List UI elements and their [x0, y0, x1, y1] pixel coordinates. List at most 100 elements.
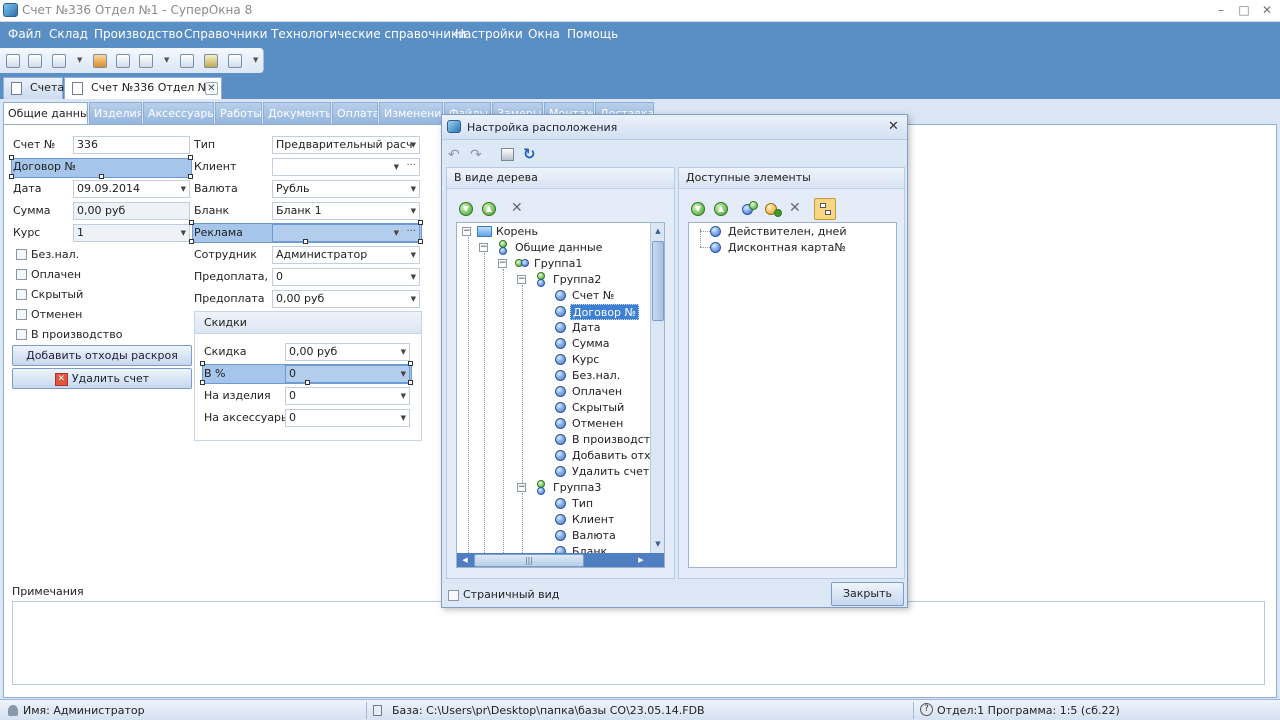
tree-node-root[interactable]: Корень: [496, 224, 538, 240]
paid-checkbox[interactable]: [16, 269, 27, 280]
export-icon[interactable]: [180, 54, 194, 68]
close-tab-icon[interactable]: ✕: [205, 82, 218, 95]
tab-works[interactable]: Работы: [215, 102, 262, 124]
add-element-icon[interactable]: [765, 201, 782, 217]
tree-node-item[interactable]: Скрытый: [572, 400, 624, 416]
resize-handle[interactable]: [418, 220, 423, 225]
available-item[interactable]: Действителен, дней: [728, 224, 846, 240]
tree-node-item[interactable]: Отменен: [572, 416, 623, 432]
minimize-button[interactable]: –: [1210, 2, 1232, 20]
list-dropdown-icon[interactable]: ▼: [164, 56, 169, 64]
tree-node-item[interactable]: Тип: [572, 496, 593, 512]
expand-all-icon[interactable]: ▼: [691, 202, 705, 216]
settings-dropdown-icon[interactable]: ▼: [253, 56, 258, 64]
discount-percent-field[interactable]: 0 ▼: [285, 365, 410, 383]
cancelled-checkbox[interactable]: [16, 309, 27, 320]
tab-general[interactable]: Общие данные: [3, 102, 88, 125]
tree-node-group1[interactable]: Группа1: [534, 256, 582, 272]
delete-invoice-button[interactable]: ✕ Удалить счет: [12, 368, 192, 389]
available-elements-list[interactable]: Действителен, дней Дисконтная карта№: [688, 222, 897, 568]
tab-products[interactable]: Изделия: [89, 102, 142, 124]
new-document-icon[interactable]: [6, 54, 20, 68]
resize-handle[interactable]: [188, 155, 193, 160]
maximize-button[interactable]: □: [1233, 2, 1255, 20]
cashless-checkbox[interactable]: [16, 249, 27, 260]
undo-icon[interactable]: ↶: [448, 147, 460, 163]
tree-node-item[interactable]: Валюта: [572, 528, 616, 544]
horizontal-scroll-thumb[interactable]: |||: [474, 554, 584, 567]
doc-tab-invoices[interactable]: Счета: [3, 77, 64, 99]
chevron-down-icon[interactable]: ▼: [411, 269, 416, 285]
available-item[interactable]: Дисконтная карта№: [728, 240, 846, 256]
menu-tech-references[interactable]: Технологические справочники: [271, 27, 466, 41]
resize-handle[interactable]: [200, 380, 205, 385]
prepayment-field[interactable]: 0,00 руб ▼: [272, 290, 420, 308]
collapse-icon[interactable]: −: [517, 275, 526, 284]
prepayment-percent-field[interactable]: 0 ▼: [272, 268, 420, 286]
scroll-right-icon[interactable]: ▶: [635, 554, 647, 567]
notes-textarea[interactable]: [12, 601, 1265, 685]
tab-payment[interactable]: Оплата: [332, 102, 378, 124]
tree-node-item[interactable]: Курс: [572, 352, 599, 368]
expand-all-icon[interactable]: ▼: [459, 202, 473, 216]
tree-horizontal-scrollbar[interactable]: ◀ ||| ▶: [457, 553, 664, 567]
print-dropdown-icon[interactable]: ▼: [77, 56, 82, 64]
tree-node-item[interactable]: Оплачен: [572, 384, 622, 400]
delete-element-icon[interactable]: ✕: [789, 200, 801, 216]
tab-changes[interactable]: Изменения: [379, 102, 443, 124]
type-field[interactable]: Предварительный расч ▼: [272, 136, 420, 154]
list-icon[interactable]: [139, 54, 153, 68]
hidden-checkbox[interactable]: [16, 289, 27, 300]
employee-field[interactable]: Администратор ▼: [272, 246, 420, 264]
add-group-icon[interactable]: [742, 201, 758, 217]
save-icon[interactable]: [501, 148, 514, 161]
menu-production[interactable]: Производство: [94, 27, 183, 41]
menu-warehouse[interactable]: Склад: [49, 27, 88, 41]
resize-handle[interactable]: [200, 361, 205, 366]
collapse-all-icon[interactable]: ▲: [482, 202, 496, 216]
filter-icon[interactable]: [93, 54, 107, 68]
resize-handle[interactable]: [303, 239, 308, 244]
resize-handle[interactable]: [189, 220, 194, 225]
tab-documents[interactable]: Документы: [263, 102, 331, 124]
menu-references[interactable]: Справочники: [184, 27, 267, 41]
collapse-icon[interactable]: −: [479, 243, 488, 252]
refresh-icon[interactable]: ↻: [523, 145, 536, 163]
menu-settings[interactable]: Настройки: [455, 27, 523, 41]
resize-handle[interactable]: [188, 174, 193, 179]
tree-node-group2[interactable]: Группа2: [553, 272, 601, 288]
tree-node-item-selected[interactable]: Договор №: [570, 304, 639, 320]
chevron-down-icon[interactable]: ▼: [401, 366, 406, 382]
chevron-down-icon[interactable]: ▼: [411, 203, 416, 219]
resize-handle[interactable]: [408, 380, 413, 385]
collapse-icon[interactable]: −: [517, 483, 526, 492]
help-icon[interactable]: ?: [920, 703, 933, 716]
discount-field[interactable]: 0,00 руб ▼: [285, 343, 410, 361]
close-window-button[interactable]: ✕: [1256, 2, 1278, 20]
chevron-down-icon[interactable]: ▼: [411, 247, 416, 263]
tree-node-item[interactable]: Счет №: [572, 288, 614, 304]
tree-node-item[interactable]: Удалить счет: [572, 464, 649, 480]
on-accessories-field[interactable]: 0 ▼: [285, 409, 410, 427]
resize-handle[interactable]: [305, 380, 310, 385]
close-dialog-icon[interactable]: ✕: [888, 119, 899, 134]
tree-node-item[interactable]: Добавить отхо: [572, 448, 657, 464]
open-document-icon[interactable]: [28, 54, 42, 68]
ellipsis-icon[interactable]: ···: [406, 225, 416, 240]
copy-icon[interactable]: [116, 54, 130, 68]
tree-vertical-scrollbar[interactable]: ▲ ▼: [650, 223, 664, 553]
chevron-down-icon[interactable]: ▼: [411, 181, 416, 197]
collapse-icon[interactable]: −: [498, 259, 507, 268]
collapse-all-icon[interactable]: ▲: [714, 202, 728, 216]
rate-field[interactable]: 1 ▼: [73, 224, 190, 242]
tab-accessories[interactable]: Аксессуары: [143, 102, 214, 124]
resize-handle[interactable]: [408, 361, 413, 366]
tree-node-general[interactable]: Общие данные: [515, 240, 602, 256]
chevron-down-icon[interactable]: ▼: [411, 291, 416, 307]
tree-node-group3[interactable]: Группа3: [553, 480, 601, 496]
tree-node-item[interactable]: Без.нал.: [572, 368, 620, 384]
tree-node-item[interactable]: Сумма: [572, 336, 610, 352]
settings-doc-icon[interactable]: [228, 54, 242, 68]
chevron-down-icon[interactable]: ▼: [411, 137, 416, 153]
date-field[interactable]: 09.09.2014 ▼: [73, 180, 190, 198]
